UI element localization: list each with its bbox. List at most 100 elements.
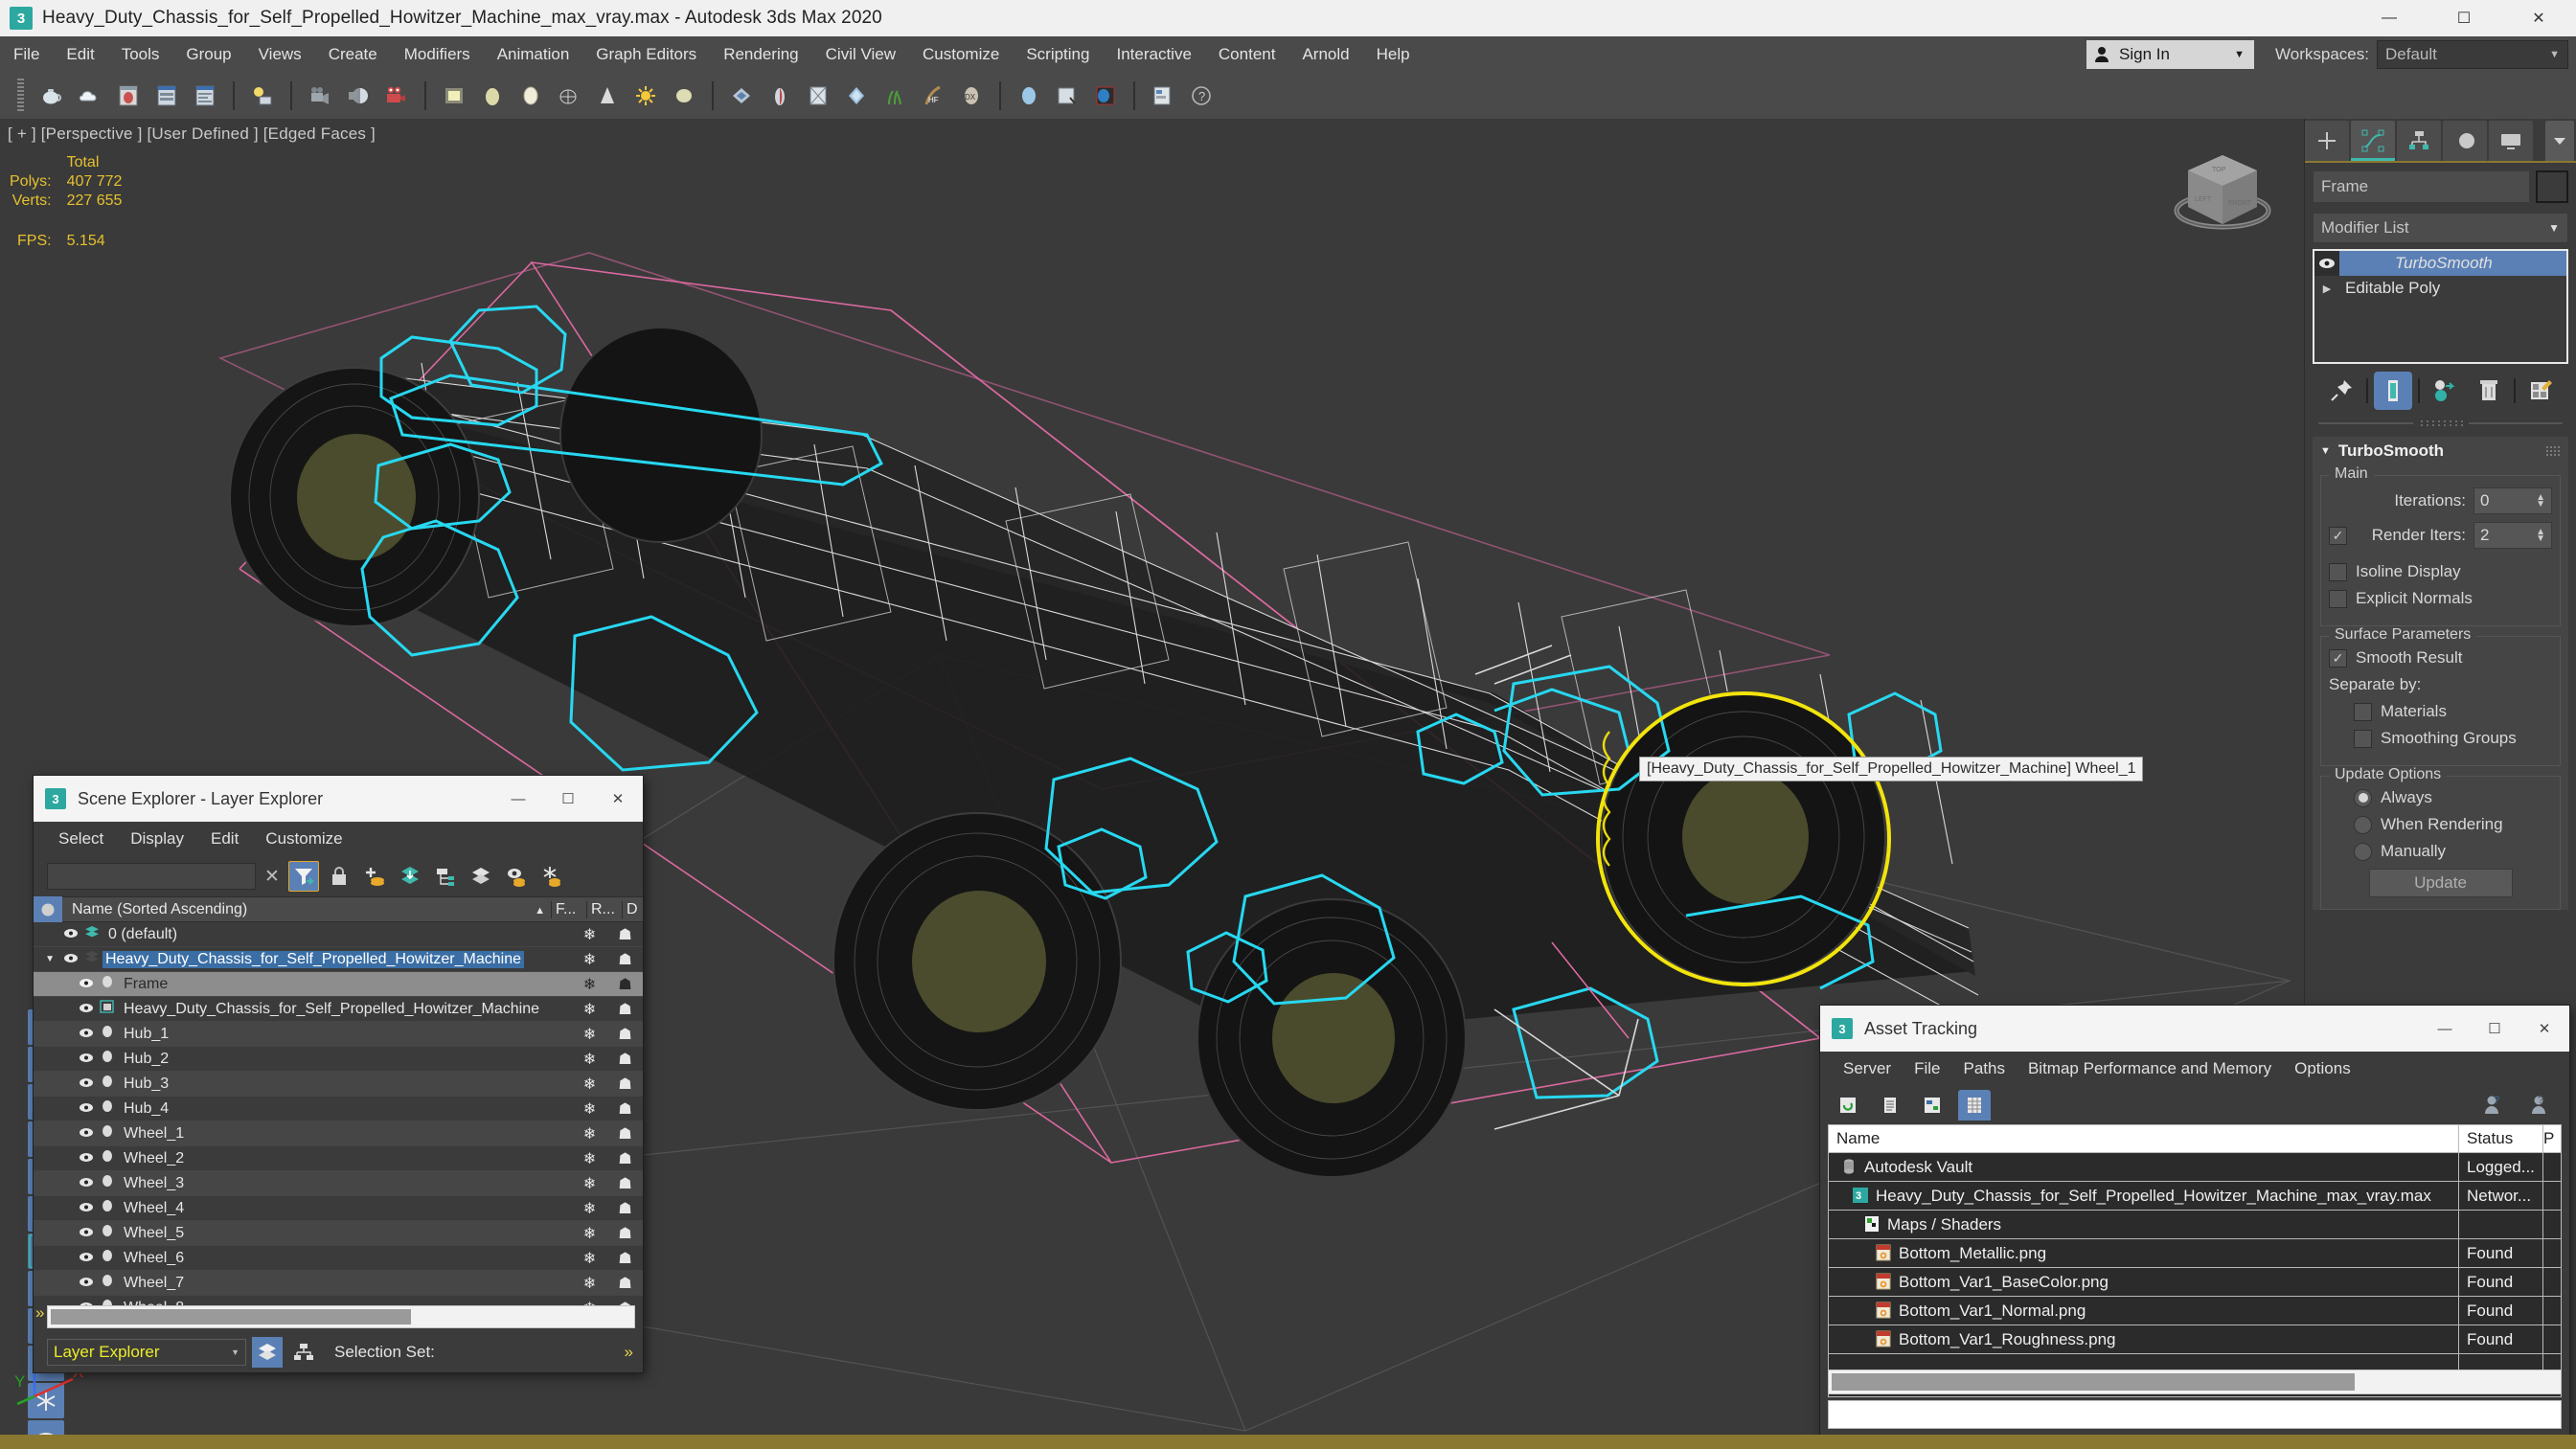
menu-tools[interactable]: Tools: [108, 36, 173, 73]
material-editor-icon[interactable]: [110, 78, 147, 114]
menu-scripting[interactable]: Scripting: [1013, 36, 1103, 73]
table-row[interactable]: 3 Heavy_Duty_Chassis_for_Self_Propelled_…: [1829, 1181, 2561, 1211]
menu-arnold[interactable]: Arnold: [1288, 36, 1362, 73]
list-item[interactable]: Hub_1 ❄ ☗: [34, 1022, 643, 1047]
workspace-select[interactable]: Default ▼: [2377, 40, 2568, 69]
visibility-eye-icon[interactable]: [76, 1175, 97, 1192]
render-cell[interactable]: ☗: [607, 1199, 643, 1218]
smooth-result-checkbox[interactable]: ✓: [2329, 648, 2347, 668]
sign-in-button[interactable]: Sign In ▼: [2086, 40, 2255, 69]
minimize-button[interactable]: —: [2420, 1006, 2470, 1052]
object-color-swatch[interactable]: [2536, 170, 2568, 203]
smoothing-groups-checkbox[interactable]: [2354, 729, 2372, 748]
menu-interactive[interactable]: Interactive: [1103, 36, 1204, 73]
list-item[interactable]: ▼ Heavy_Duty_Chassis_for_Self_Propelled_…: [34, 947, 643, 972]
modifier-stack-item-editable-poly[interactable]: ▶ Editable Poly: [2314, 276, 2566, 301]
dependency-view-icon[interactable]: [1916, 1090, 1949, 1121]
frozen-cell[interactable]: ❄: [572, 1174, 607, 1193]
render-cell[interactable]: ☗: [607, 950, 643, 969]
maximize-button[interactable]: ☐: [2427, 0, 2501, 36]
view-cube[interactable]: TOP LEFT FRONT: [2165, 136, 2280, 251]
table-row[interactable]: Bottom_Var1_Roughness.png Found: [1829, 1324, 2561, 1354]
add-to-layer-icon[interactable]: [395, 861, 425, 892]
frozen-cell[interactable]: ❄: [572, 1099, 607, 1119]
display-tab[interactable]: [2489, 121, 2533, 161]
column-d[interactable]: D: [622, 900, 643, 918]
hierarchy-tab[interactable]: [2397, 121, 2441, 161]
configure-modifier-sets-button[interactable]: [2521, 372, 2560, 410]
column-path[interactable]: P: [2543, 1129, 2561, 1148]
render-cell[interactable]: ☗: [607, 1274, 643, 1293]
checker-map-icon[interactable]: [723, 78, 760, 114]
toolbar-grip[interactable]: [17, 79, 24, 113]
render-iters-spinner[interactable]: 2 ▲ ▼: [2473, 522, 2552, 549]
frozen-cell[interactable]: ❄: [572, 1224, 607, 1243]
at-menu-file[interactable]: File: [1903, 1056, 1951, 1081]
update-manually-radio[interactable]: [2354, 842, 2372, 861]
more-tabs-button[interactable]: [2545, 121, 2574, 161]
scene-converter-icon[interactable]: [1145, 78, 1181, 114]
list-item[interactable]: Hub_3 ❄ ☗: [34, 1072, 643, 1097]
gradient-ramp-icon[interactable]: [800, 78, 836, 114]
menu-views[interactable]: Views: [245, 36, 315, 73]
list-view-icon[interactable]: [1874, 1090, 1906, 1121]
close-button[interactable]: ✕: [2519, 1006, 2569, 1052]
render-cell[interactable]: ☗: [607, 1050, 643, 1069]
layer-explorer-toggle[interactable]: [252, 1337, 283, 1368]
wire-teapot-icon[interactable]: [551, 78, 587, 114]
update-button[interactable]: Update: [2368, 869, 2513, 897]
object-name-field[interactable]: Frame: [2313, 170, 2530, 203]
select-all-toggle[interactable]: [34, 896, 62, 922]
render-cell[interactable]: ☗: [607, 925, 643, 944]
menu-content[interactable]: Content: [1205, 36, 1289, 73]
camera-physical-icon[interactable]: [340, 78, 376, 114]
materials-checkbox[interactable]: [2354, 702, 2372, 721]
frozen-cell[interactable]: ❄: [572, 975, 607, 994]
refresh-icon[interactable]: [1832, 1090, 1864, 1121]
menu-file[interactable]: File: [0, 36, 53, 73]
frozen-cell[interactable]: ❄: [572, 1050, 607, 1069]
modify-tab[interactable]: [2351, 121, 2395, 161]
viewport-label[interactable]: [ + ] [Perspective ] [User Defined ] [Ed…: [8, 125, 376, 144]
list-item[interactable]: Wheel_5 ❄ ☗: [34, 1221, 643, 1246]
visibility-eye-icon[interactable]: [76, 1125, 97, 1143]
search-input[interactable]: [47, 863, 256, 890]
visibility-eye-icon[interactable]: [60, 951, 81, 968]
make-unique-button[interactable]: [2426, 372, 2464, 410]
freeze-layer-icon[interactable]: [536, 861, 567, 892]
render-cell[interactable]: ☗: [607, 1075, 643, 1094]
menu-create[interactable]: Create: [315, 36, 391, 73]
menu-group[interactable]: Group: [172, 36, 244, 73]
close-button[interactable]: ✕: [2501, 0, 2576, 36]
dx-material-icon[interactable]: DX: [953, 78, 990, 114]
list-item[interactable]: Wheel_4 ❄ ☗: [34, 1196, 643, 1221]
maximize-button[interactable]: ☐: [543, 776, 593, 822]
table-row[interactable]: Bottom_Var1_Normal.png Found: [1829, 1296, 2561, 1325]
visibility-eye-icon[interactable]: [76, 1075, 97, 1093]
render-cell[interactable]: ☗: [607, 975, 643, 994]
minimize-button[interactable]: —: [2352, 0, 2427, 36]
maximize-button[interactable]: ☐: [2470, 1006, 2519, 1052]
create-tab[interactable]: [2305, 121, 2349, 161]
frozen-cell[interactable]: ❄: [572, 1000, 607, 1019]
explorer-mode-select[interactable]: Layer Explorer ▼: [47, 1339, 246, 1366]
render-cell[interactable]: ☗: [607, 1149, 643, 1168]
render-iters-checkbox[interactable]: ✓: [2329, 526, 2347, 545]
pin-stack-button[interactable]: [2322, 372, 2360, 410]
explicit-normals-checkbox[interactable]: [2329, 589, 2347, 608]
select-layer-icon[interactable]: [430, 861, 461, 892]
light-icon[interactable]: [244, 78, 281, 114]
expand-right-chevron-icon[interactable]: »: [625, 1343, 633, 1362]
paint-drop-icon[interactable]: [762, 78, 798, 114]
at-menu-bitmap-performance[interactable]: Bitmap Performance and Memory: [2017, 1056, 2283, 1081]
render-cell[interactable]: ☗: [607, 1099, 643, 1119]
material-egg-icon[interactable]: [474, 78, 511, 114]
expand-arrow-icon[interactable]: ▼: [34, 954, 60, 964]
column-name[interactable]: Name: [1829, 1124, 2459, 1153]
visibility-eye-icon[interactable]: [76, 1001, 97, 1018]
visibility-eye-icon[interactable]: [60, 926, 81, 943]
scrollbar-thumb[interactable]: [51, 1309, 411, 1324]
menu-civil-view[interactable]: Civil View: [812, 36, 909, 73]
visibility-eye-icon[interactable]: [76, 1026, 97, 1043]
se-menu-select[interactable]: Select: [47, 826, 115, 851]
